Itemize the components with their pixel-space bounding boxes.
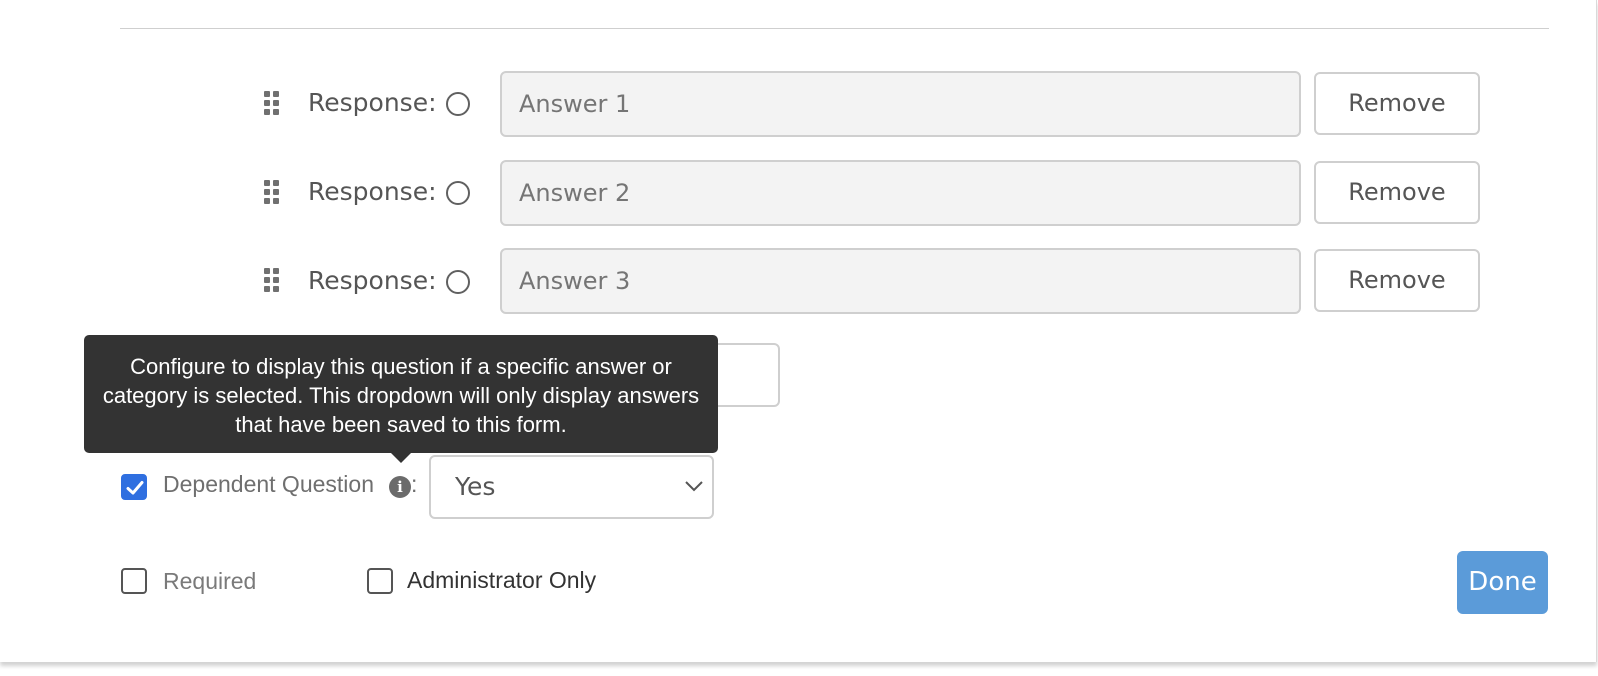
- required-label: Required: [163, 568, 257, 594]
- dependent-question-colon: :: [411, 471, 418, 497]
- dependent-question-tooltip: Configure to display this question if a …: [84, 335, 718, 453]
- answer-input[interactable]: [500, 71, 1301, 137]
- response-radio[interactable]: [446, 181, 470, 205]
- chevron-down-icon: [685, 481, 703, 492]
- drag-handle-icon[interactable]: [264, 91, 284, 115]
- question-editor-card: Response: Remove Response: Remove Respon…: [0, 0, 1597, 662]
- response-radio[interactable]: [446, 92, 470, 116]
- section-divider: [120, 28, 1549, 29]
- drag-handle-icon[interactable]: [264, 268, 284, 292]
- dependent-answer-select[interactable]: Yes: [429, 455, 714, 519]
- response-label: Response:: [308, 266, 437, 295]
- drag-handle-icon[interactable]: [264, 180, 284, 204]
- answer-input[interactable]: [500, 248, 1301, 314]
- checkmark-icon: [126, 481, 144, 495]
- tooltip-arrow: [390, 452, 412, 463]
- remove-button[interactable]: Remove: [1314, 161, 1480, 224]
- select-value: Yes: [455, 472, 496, 501]
- remove-button[interactable]: Remove: [1314, 249, 1480, 312]
- remove-button[interactable]: Remove: [1314, 72, 1480, 135]
- required-checkbox[interactable]: [121, 568, 147, 594]
- answer-input[interactable]: [500, 160, 1301, 226]
- info-circle-icon[interactable]: i: [389, 476, 411, 498]
- response-radio[interactable]: [446, 270, 470, 294]
- done-button[interactable]: Done: [1457, 551, 1548, 614]
- dependent-question-checkbox[interactable]: [121, 474, 147, 500]
- administrator-only-checkbox[interactable]: [367, 568, 393, 594]
- administrator-only-label: Administrator Only: [407, 567, 597, 593]
- response-label: Response:: [308, 177, 437, 206]
- response-label: Response:: [308, 88, 437, 117]
- dependent-question-label: Dependent Question: [163, 471, 374, 497]
